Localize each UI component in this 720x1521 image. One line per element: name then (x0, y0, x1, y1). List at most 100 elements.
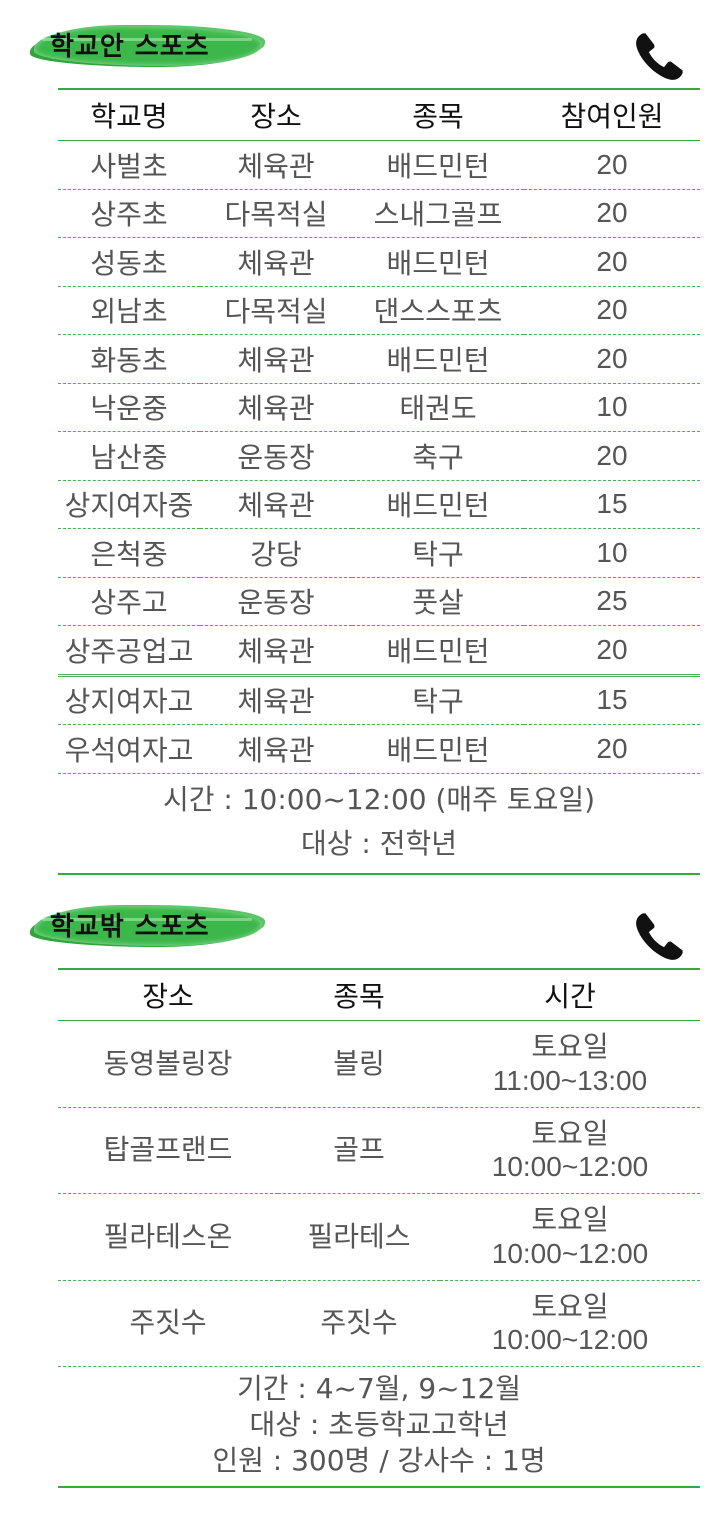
cell-place: 체육관 (200, 237, 352, 287)
cell-school: 화동초 (58, 334, 200, 384)
cell-place: 체육관 (200, 625, 352, 677)
out-school-table: 장소 종목 시간 동영볼링장 볼링 토요일 11:00~13:00 탑골프랜드 … (58, 968, 700, 1489)
cell-sport: 댄스스포츠 (352, 286, 524, 335)
cell-school: 우석여자고 (58, 724, 200, 774)
cell-participants: 10 (524, 383, 700, 432)
cell-participants: 20 (524, 286, 700, 335)
in-school-table: 학교명 장소 종목 참여인원 사벌초 체육관 배드민턴 20 상주초 다목적실 … (58, 88, 700, 876)
cell-place: 체육관 (200, 383, 352, 432)
in-school-title: 학교안 스포츠 (50, 32, 210, 62)
header-participants: 참여인원 (524, 88, 700, 141)
in-school-footer: 시간 : 10:00~12:00 (매주 토요일) 대상 : 전학년 (58, 773, 700, 876)
cell-time: 토요일 10:00~12:00 (440, 1193, 700, 1281)
cell-school: 은척중 (58, 528, 200, 578)
cell-sport: 탁구 (352, 528, 524, 578)
header-place: 장소 (200, 88, 352, 141)
cell-place: 다목적실 (200, 189, 352, 238)
cell-school: 낙운중 (58, 383, 200, 432)
table-row: 낙운중 체육관 태권도 10 (58, 383, 700, 432)
cell-sport: 탁구 (352, 675, 524, 725)
cell-participants: 25 (524, 577, 700, 626)
cell-participants: 20 (524, 334, 700, 384)
cell-time: 토요일 11:00~13:00 (440, 1020, 700, 1108)
header-sport: 종목 (278, 968, 440, 1021)
cell-place: 체육관 (200, 675, 352, 725)
cell-time: 토요일 10:00~12:00 (440, 1107, 700, 1194)
table-row: 필라테스온 필라테스 토요일 10:00~12:00 (58, 1193, 700, 1281)
cell-school: 상지여자중 (58, 480, 200, 529)
table-header-row: 장소 종목 시간 (58, 968, 700, 1021)
cell-place: 필라테스온 (58, 1193, 278, 1281)
table-row: 성동초 체육관 배드민턴 20 (58, 237, 700, 287)
cell-sport: 축구 (352, 431, 524, 481)
cell-participants: 20 (524, 724, 700, 774)
cell-participants: 20 (524, 431, 700, 481)
table-footer-row: 시간 : 10:00~12:00 (매주 토요일) 대상 : 전학년 (58, 773, 700, 876)
cell-time: 토요일 10:00~12:00 (440, 1280, 700, 1367)
in-school-title-badge: 학교안 스포츠 (34, 22, 262, 66)
cell-hours: 10:00~12:00 (491, 1151, 649, 1183)
cell-place: 체육관 (200, 724, 352, 774)
cell-participants: 10 (524, 528, 700, 578)
cell-place: 체육관 (200, 334, 352, 384)
cell-day: 토요일 (531, 1289, 609, 1323)
phone-icon[interactable] (632, 30, 686, 84)
cell-sport: 풋살 (352, 577, 524, 626)
cell-sport: 볼링 (278, 1020, 440, 1108)
cell-participants: 15 (524, 480, 700, 529)
cell-sport: 배드민턴 (352, 140, 524, 190)
cell-participants: 20 (524, 625, 700, 677)
out-school-title-badge: 학교밖 스포츠 (34, 902, 262, 946)
cell-school: 성동초 (58, 237, 200, 287)
cell-place: 체육관 (200, 480, 352, 529)
table-row: 사벌초 체육관 배드민턴 20 (58, 140, 700, 190)
header-place: 장소 (58, 968, 278, 1021)
table-row: 상주초 다목적실 스내그골프 20 (58, 189, 700, 238)
cell-sport: 배드민턴 (352, 625, 524, 677)
cell-school: 상주고 (58, 577, 200, 626)
cell-school: 상주초 (58, 189, 200, 238)
cell-school: 상지여자고 (58, 675, 200, 725)
table-row: 상지여자고 체육관 탁구 15 (58, 675, 700, 725)
cell-sport: 골프 (278, 1107, 440, 1194)
cell-place: 운동장 (200, 431, 352, 481)
cell-participants: 20 (524, 140, 700, 190)
cell-place: 운동장 (200, 577, 352, 626)
cell-participants: 15 (524, 675, 700, 725)
table-row: 남산중 운동장 축구 20 (58, 431, 700, 481)
cell-school: 외남초 (58, 286, 200, 335)
table-row: 우석여자고 체육관 배드민턴 20 (58, 724, 700, 774)
table-row: 주짓수 주짓수 토요일 10:00~12:00 (58, 1280, 700, 1367)
cell-school: 남산중 (58, 431, 200, 481)
cell-school: 상주공업고 (58, 625, 200, 677)
cell-participants: 20 (524, 237, 700, 287)
table-row: 상지여자중 체육관 배드민턴 15 (58, 480, 700, 529)
cell-sport: 배드민턴 (352, 334, 524, 384)
schedule-text: 시간 : 10:00~12:00 (매주 토요일) (162, 782, 596, 816)
cell-day: 토요일 (531, 1203, 609, 1237)
phone-icon[interactable] (632, 910, 686, 964)
cell-place: 강당 (200, 528, 352, 578)
cell-hours: 10:00~12:00 (491, 1237, 649, 1269)
header-sport: 종목 (352, 88, 524, 141)
cell-sport: 주짓수 (278, 1280, 440, 1367)
out-school-footer: 기간 : 4~7월, 9~12월 대상 : 초등학교고학년 인원 : 300명 … (58, 1366, 700, 1489)
period-text: 기간 : 4~7월, 9~12월 (236, 1372, 522, 1405)
table-footer-row: 기간 : 4~7월, 9~12월 대상 : 초등학교고학년 인원 : 300명 … (58, 1366, 700, 1489)
capacity-text: 인원 : 300명 / 강사수 : 1명 (212, 1443, 546, 1477)
cell-place: 주짓수 (58, 1280, 278, 1367)
cell-hours: 10:00~12:00 (491, 1324, 649, 1356)
target-text: 대상 : 전학년 (300, 827, 458, 861)
table-row: 동영볼링장 볼링 토요일 11:00~13:00 (58, 1020, 700, 1108)
cell-place: 동영볼링장 (58, 1020, 278, 1108)
cell-sport: 배드민턴 (352, 237, 524, 287)
cell-hours: 11:00~13:00 (492, 1064, 648, 1096)
header-school: 학교명 (58, 88, 200, 141)
table-row: 화동초 체육관 배드민턴 20 (58, 334, 700, 384)
cell-school: 사벌초 (58, 140, 200, 190)
cell-place: 탑골프랜드 (58, 1107, 278, 1194)
table-row: 외남초 다목적실 댄스스포츠 20 (58, 286, 700, 335)
table-row: 상주공업고 체육관 배드민턴 20 (58, 625, 700, 677)
table-row: 탑골프랜드 골프 토요일 10:00~12:00 (58, 1107, 700, 1194)
target-text: 대상 : 초등학교고학년 (249, 1407, 509, 1441)
